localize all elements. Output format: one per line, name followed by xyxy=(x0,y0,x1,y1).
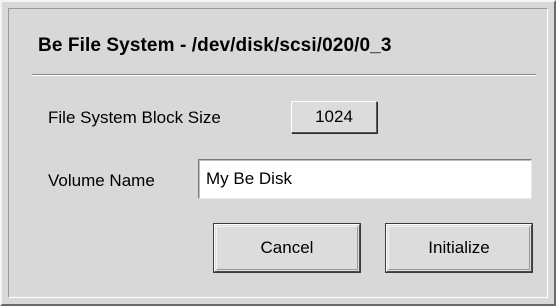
initialize-button-label: Initialize xyxy=(388,226,530,270)
volume-name-label: Volume Name xyxy=(48,171,155,190)
cancel-button-label: Cancel xyxy=(216,226,358,270)
volume-name-input[interactable] xyxy=(198,159,532,199)
dialog-title: Be File System - /dev/disk/scsi/020/0_3 xyxy=(38,35,392,56)
title-separator xyxy=(32,74,536,76)
be-file-system-dialog: Be File System - /dev/disk/scsi/020/0_3 … xyxy=(0,0,556,306)
initialize-button[interactable]: Initialize xyxy=(386,224,532,272)
cancel-button[interactable]: Cancel xyxy=(214,224,360,272)
block-size-menu[interactable]: 1024 xyxy=(291,101,377,133)
block-size-label: File System Block Size xyxy=(48,108,221,127)
